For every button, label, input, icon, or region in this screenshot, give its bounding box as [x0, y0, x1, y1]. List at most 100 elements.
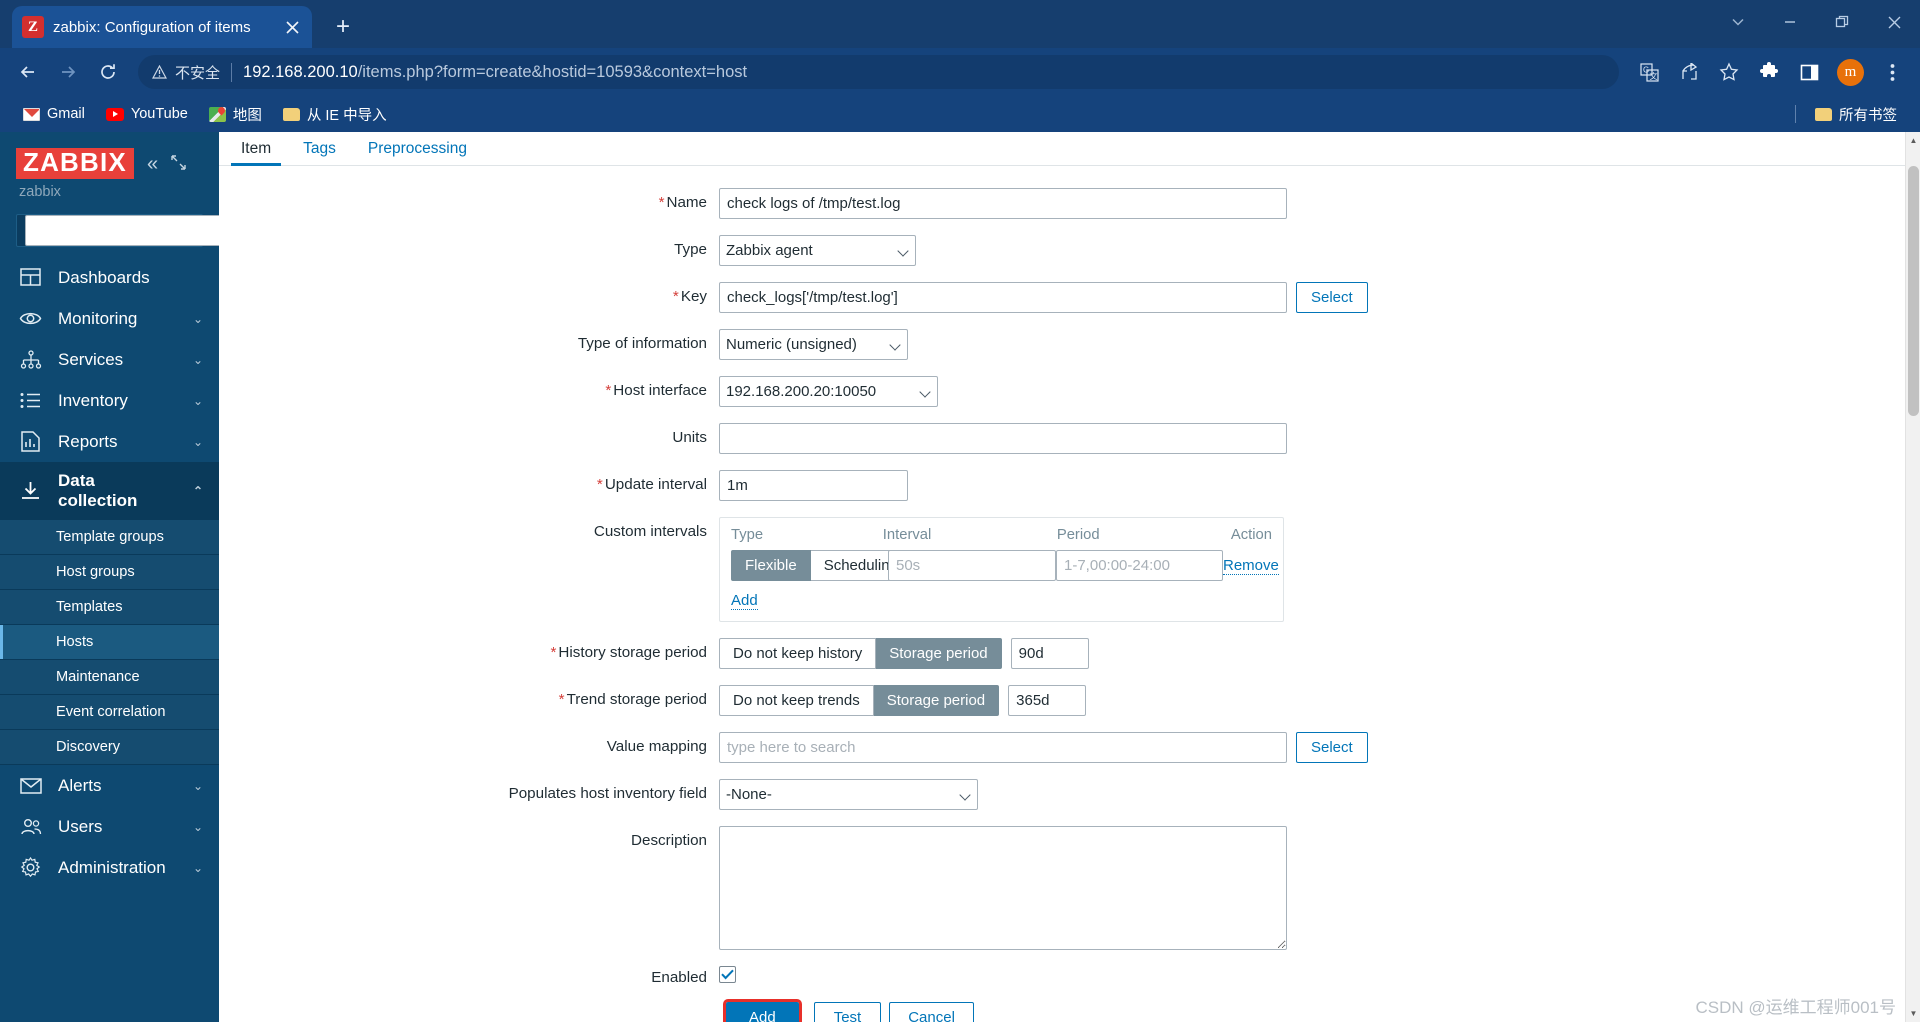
value-mapping-select-button[interactable]: Select — [1296, 732, 1368, 763]
enabled-checkbox[interactable] — [719, 966, 736, 983]
bookmark-import-from-ie[interactable]: 从 IE 中导入 — [274, 100, 396, 129]
reload-button[interactable] — [90, 54, 126, 90]
chrome-menu-icon[interactable] — [1874, 54, 1910, 90]
value-mapping-input[interactable] — [719, 732, 1287, 763]
host-interface-select-wrap: 192.168.200.20:10050 — [719, 376, 938, 407]
collapse-sidebar-icon[interactable]: « — [147, 154, 158, 174]
tab-preprocessing[interactable]: Preprocessing — [352, 140, 483, 165]
type-select[interactable]: Zabbix agent — [719, 235, 916, 266]
history-storage-input[interactable] — [1010, 638, 1089, 669]
bookmark-gmail[interactable]: Gmail — [14, 102, 94, 126]
browser-toolbar: 不安全 192.168.200.10/items.php?form=create… — [0, 48, 1920, 96]
address-bar-url: 192.168.200.10/items.php?form=create&hos… — [243, 63, 747, 82]
enabled-field-wrap — [719, 966, 736, 983]
browser-tab[interactable]: Z zabbix: Configuration of items — [12, 6, 312, 48]
close-tab-icon[interactable] — [282, 17, 302, 37]
interval-type-flexible[interactable]: Flexible — [731, 550, 811, 581]
address-bar[interactable]: 不安全 192.168.200.10/items.php?form=create… — [138, 55, 1619, 89]
sidebar-item-discovery[interactable]: Discovery — [0, 730, 219, 766]
all-bookmarks-button[interactable]: 所有书签 — [1806, 100, 1906, 129]
required-marker: * — [605, 382, 612, 399]
test-button[interactable]: Test — [813, 1002, 882, 1022]
sidebar-username: zabbix — [19, 184, 61, 201]
hide-sidebar-icon[interactable] — [171, 154, 186, 173]
type-of-information-select[interactable]: Numeric (unsigned) — [719, 329, 908, 360]
cancel-button[interactable]: Cancel — [889, 1002, 974, 1022]
sidebar-item-templates[interactable]: Templates — [0, 590, 219, 626]
host-interface-select[interactable]: 192.168.200.20:10050 — [719, 376, 938, 407]
field-row-key: *Key Select — [219, 282, 1920, 313]
description-textarea[interactable] — [719, 826, 1287, 950]
scroll-down-arrow[interactable]: ▼ — [1906, 1005, 1920, 1022]
check-icon — [721, 969, 734, 980]
sidebar-item-hosts[interactable]: Hosts — [0, 625, 219, 661]
search-input[interactable] — [25, 215, 240, 247]
history-do-not-keep[interactable]: Do not keep history — [719, 638, 877, 669]
sidebar-item-users[interactable]: Users ⌄ — [0, 806, 219, 847]
trend-storage-input[interactable] — [1008, 685, 1087, 716]
new-tab-button[interactable]: + — [326, 10, 360, 44]
add-interval-link[interactable]: Add — [731, 592, 758, 610]
tab-item[interactable]: Item — [225, 140, 287, 166]
sidebar-item-administration[interactable]: Administration ⌄ — [0, 847, 219, 888]
maximize-restore-button[interactable] — [1816, 0, 1868, 44]
sidebar-item-inventory[interactable]: Inventory ⌄ — [0, 380, 219, 421]
sidebar-item-dashboards[interactable]: Dashboards — [0, 257, 219, 298]
sidebar-item-event-correlation[interactable]: Event correlation — [0, 695, 219, 731]
sidebar-nav: Dashboards Monitoring ⌄ Services ⌄ Inven… — [0, 257, 219, 888]
field-row-name: * Name — [219, 188, 1920, 219]
close-window-button[interactable] — [1868, 0, 1920, 44]
gear-icon — [19, 856, 42, 879]
remove-interval-link[interactable]: Remove — [1223, 556, 1279, 575]
sidebar-search[interactable] — [16, 214, 257, 248]
list-icon — [19, 389, 42, 412]
key-input[interactable] — [719, 282, 1287, 313]
name-input[interactable] — [719, 188, 1287, 219]
tab-search-icon[interactable] — [1712, 0, 1764, 44]
sidebar-item-services[interactable]: Services ⌄ — [0, 339, 219, 380]
svg-text:文: 文 — [1649, 71, 1657, 81]
profile-avatar[interactable]: m — [1837, 58, 1864, 86]
field-row-enabled: Enabled — [219, 966, 1920, 986]
watermark: CSDN @运维工程师001号 — [1695, 998, 1896, 1017]
data-collection-submenu: Template groups Host groups Templates Ho… — [0, 520, 219, 766]
share-icon[interactable] — [1671, 54, 1707, 90]
forward-button[interactable] — [50, 54, 86, 90]
inventory-select[interactable]: -None- — [719, 779, 978, 810]
sidebar-item-maintenance[interactable]: Maintenance — [0, 660, 219, 696]
sidebar-item-data-collection[interactable]: Data collection ⌃ — [0, 462, 219, 521]
bookmark-star-icon[interactable] — [1711, 54, 1747, 90]
update-interval-input[interactable] — [719, 470, 908, 501]
history-storage-period[interactable]: Storage period — [876, 638, 1002, 669]
page-scrollbar[interactable]: ▲ ▼ — [1905, 132, 1920, 1022]
sidebar-item-alerts[interactable]: Alerts ⌄ — [0, 765, 219, 806]
extensions-puzzle-icon[interactable] — [1751, 54, 1787, 90]
bookmark-maps[interactable]: 地图 — [200, 100, 271, 129]
custom-interval-input[interactable] — [888, 550, 1056, 581]
units-input[interactable] — [719, 423, 1287, 454]
key-select-button[interactable]: Select — [1296, 282, 1368, 313]
back-button[interactable] — [10, 54, 46, 90]
name-label: * Name — [219, 188, 719, 211]
chevron-down-icon: ⌄ — [192, 393, 203, 408]
sidebar-header: ZABBIX « — [0, 132, 219, 180]
sidebar-item-monitoring[interactable]: Monitoring ⌄ — [0, 298, 219, 339]
minimize-button[interactable] — [1764, 0, 1816, 44]
bookmark-label: 从 IE 中导入 — [306, 107, 387, 124]
scroll-up-arrow[interactable]: ▲ — [1906, 132, 1920, 149]
bookmark-youtube[interactable]: YouTube — [97, 102, 197, 126]
side-panel-icon[interactable] — [1791, 54, 1827, 90]
sidebar-item-reports[interactable]: Reports ⌄ — [0, 421, 219, 462]
trend-storage-period[interactable]: Storage period — [873, 685, 1000, 716]
translate-icon[interactable]: G文 — [1631, 54, 1667, 90]
custom-interval-row: Flexible Scheduling 50s 1-7,00:00-24:00 … — [731, 550, 1279, 581]
folder-icon — [1815, 107, 1832, 121]
custom-interval-period-input[interactable] — [1056, 550, 1223, 581]
history-storage-field-wrap: Do not keep history Storage period — [719, 638, 1089, 669]
sidebar-item-template-groups[interactable]: Template groups — [0, 520, 219, 556]
tab-tags[interactable]: Tags — [287, 140, 352, 165]
trend-do-not-keep[interactable]: Do not keep trends — [719, 685, 874, 716]
sidebar-item-host-groups[interactable]: Host groups — [0, 555, 219, 591]
add-button[interactable]: Add — [723, 999, 802, 1022]
scrollbar-thumb[interactable] — [1908, 166, 1919, 416]
